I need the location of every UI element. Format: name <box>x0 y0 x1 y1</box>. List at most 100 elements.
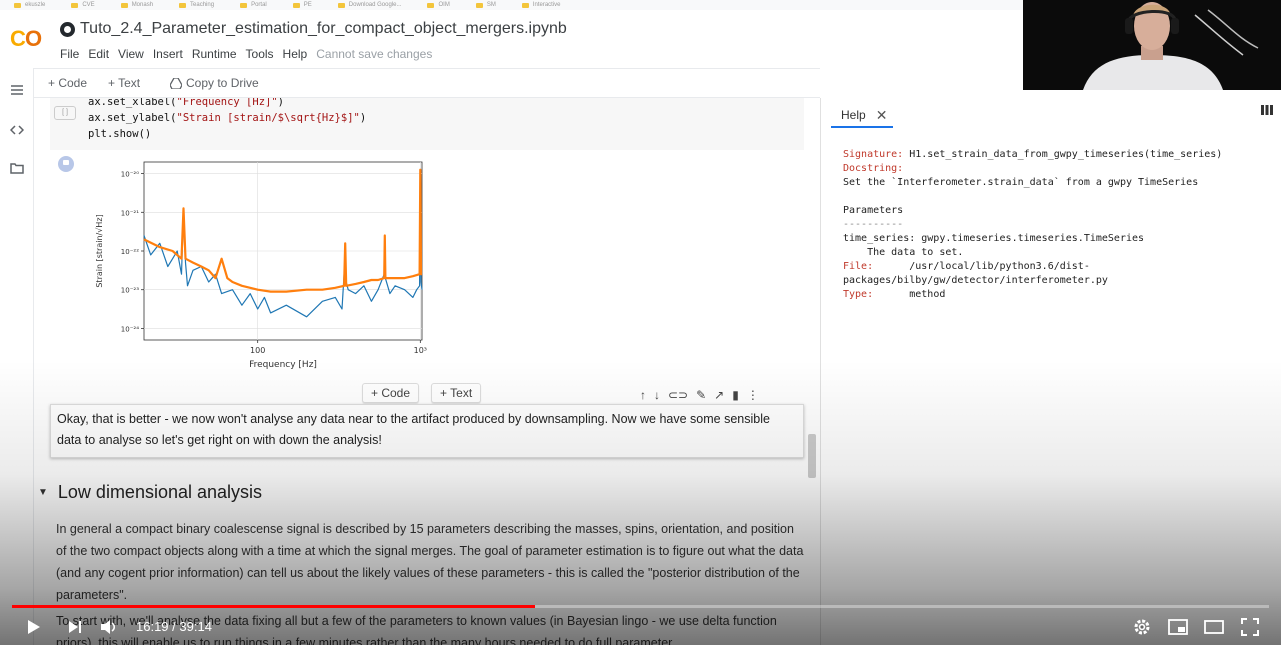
insert-cell-buttons: + Code + Text <box>362 383 482 403</box>
insert-text-button[interactable]: + Text <box>431 383 482 403</box>
text-cell[interactable]: Okay, that is better - we now won't anal… <box>50 404 804 458</box>
notebook-title[interactable]: Tuto_2.4_Parameter_estimation_for_compac… <box>80 20 567 38</box>
menu-file[interactable]: File <box>60 47 79 61</box>
folder-icon <box>337 2 345 8</box>
edit-icon[interactable]: ✎ <box>696 388 706 402</box>
notebook-area: [ ] ax.set_xlabel("Frequency [Hz]") ax.s… <box>34 98 820 645</box>
code-editor[interactable]: ax.set_xlabel("Frequency [Hz]") ax.set_y… <box>88 98 366 142</box>
play-icon[interactable] <box>23 616 45 638</box>
video-progress-fill <box>12 605 535 608</box>
save-status: Cannot save changes <box>316 47 433 61</box>
volume-icon[interactable] <box>98 616 120 638</box>
menu-edit[interactable]: Edit <box>88 47 109 61</box>
y-tick-label: 10⁻²¹ <box>121 209 139 217</box>
pane-layout-icon[interactable] <box>1261 104 1273 118</box>
open-in-tab-icon[interactable]: ↗ <box>714 388 724 402</box>
code-cell[interactable]: [ ] ax.set_xlabel("Frequency [Hz]") ax.s… <box>50 98 804 150</box>
bookmark-item[interactable]: CVE <box>71 2 95 8</box>
bookmark-label: PE <box>303 2 312 8</box>
bookmark-item[interactable]: Interactive <box>521 2 561 8</box>
folder-icon <box>179 2 187 8</box>
folder-icon <box>292 2 300 8</box>
menu-insert[interactable]: Insert <box>153 47 183 61</box>
output-icon[interactable] <box>58 156 74 172</box>
help-tab-label: Help <box>841 108 866 122</box>
miniplayer-icon[interactable] <box>1167 616 1189 638</box>
folder-icon <box>475 2 483 8</box>
menu-view[interactable]: View <box>118 47 144 61</box>
duration: 39:14 <box>179 619 212 634</box>
add-code-label: + Code <box>48 76 88 90</box>
folder-icon <box>14 2 21 8</box>
video-controls: 16:19 / 39:14 <box>0 612 1281 642</box>
y-tick-label: 10⁻²⁰ <box>121 171 139 179</box>
y-tick-label: 10⁻²² <box>121 248 139 256</box>
github-icon <box>60 21 75 37</box>
table-of-contents-icon[interactable] <box>9 84 25 98</box>
move-down-icon[interactable]: ↓ <box>654 388 660 402</box>
bookmark-item[interactable]: Portal <box>240 2 267 8</box>
cell-run-indicator[interactable]: [ ] <box>54 106 76 120</box>
menu-bar: File Edit View Insert Runtime Tools Help… <box>60 47 432 61</box>
bookmark-label: SM <box>486 2 496 8</box>
move-up-icon[interactable]: ↑ <box>640 388 646 402</box>
close-icon[interactable]: ✕ <box>876 107 888 124</box>
webcam-overlay <box>1023 0 1281 90</box>
collapse-caret-icon[interactable]: ▼ <box>38 487 48 498</box>
menu-help[interactable]: Help <box>283 47 308 61</box>
copy-to-drive-button[interactable]: Copy to Drive <box>170 76 259 90</box>
bookmark-label: Interactive <box>532 2 561 8</box>
delete-icon[interactable]: ▮ <box>732 388 739 402</box>
section-paragraph: In general a compact binary coalescense … <box>56 522 804 602</box>
presenter-video <box>1023 0 1281 90</box>
bookmark-item[interactable]: Download Google... <box>337 2 402 8</box>
help-tab[interactable]: Help ✕ <box>831 104 893 128</box>
video-progress-bar[interactable] <box>12 605 1269 608</box>
x-tick-label: 10³ <box>414 346 427 355</box>
y-axis-label: Strain [strain/√Hz] <box>95 214 104 287</box>
folder-icon <box>240 2 248 8</box>
files-icon[interactable] <box>9 162 25 176</box>
next-icon[interactable] <box>64 616 86 638</box>
folder-icon <box>521 2 529 8</box>
fullscreen-icon[interactable] <box>1239 616 1261 638</box>
bookmark-item[interactable]: OIM <box>427 2 450 8</box>
copy-to-drive-label: Copy to Drive <box>186 76 259 90</box>
folder-icon <box>427 2 435 8</box>
settings-icon[interactable] <box>1131 616 1153 638</box>
add-text-button[interactable]: + Text <box>108 76 140 90</box>
bookmark-item[interactable]: Teaching <box>179 2 214 8</box>
bookmark-label: OIM <box>438 2 450 8</box>
menu-runtime[interactable]: Runtime <box>192 47 237 61</box>
section-header: ▼ Low dimensional analysis <box>38 482 262 503</box>
bookmark-label: Portal <box>251 2 267 8</box>
notebook-toolbar: + Code + Text Copy to Drive <box>0 68 820 98</box>
code-snippets-icon[interactable] <box>9 124 25 138</box>
colab-logo[interactable]: CO <box>10 26 48 52</box>
menu-tools[interactable]: Tools <box>246 47 274 61</box>
strain-plot: 10⁻²⁰ 10⁻²¹ 10⁻²² 10⁻²³ 10⁻²⁴ 100 10³ Frequency… <box>95 161 427 370</box>
bookmark-item[interactable]: PE <box>292 2 312 8</box>
screen: ekuszle CVE Monash Teaching Portal PE Download… <box>0 0 1281 645</box>
insert-code-button[interactable]: + Code <box>362 383 420 403</box>
section-title: Low dimensional analysis <box>57 482 263 502</box>
left-rail <box>0 68 34 645</box>
code-line: ax.set_ylabel("Strain [strain/$\sqrt{Hz}… <box>88 112 367 124</box>
code-line: ax.set_xlabel("Frequency [Hz]") <box>88 98 284 108</box>
bookmark-label: Teaching <box>190 2 215 8</box>
bookmark-label: Download Google... <box>348 2 402 8</box>
help-docstring: Signature: H1.set_strain_data_from_gwpy_… <box>843 149 1223 300</box>
notebook-scrollbar[interactable] <box>808 434 816 478</box>
theater-mode-icon[interactable] <box>1203 616 1225 638</box>
y-tick-label: 10⁻²⁴ <box>121 325 139 333</box>
bookmark-item[interactable]: Monash <box>120 2 153 8</box>
current-time: 16:19 <box>136 619 169 634</box>
bookmark-item[interactable]: ekuszle <box>14 2 45 8</box>
video-time: 16:19 / 39:14 <box>136 619 212 634</box>
y-tick-label: 10⁻²³ <box>121 287 139 295</box>
link-icon[interactable]: ⊂⊃ <box>668 388 688 402</box>
add-text-label: + Text <box>108 76 141 90</box>
more-options-icon[interactable]: ⋮ <box>747 388 759 402</box>
add-code-button[interactable]: + Code <box>48 76 87 90</box>
bookmark-item[interactable]: SM <box>475 2 496 8</box>
